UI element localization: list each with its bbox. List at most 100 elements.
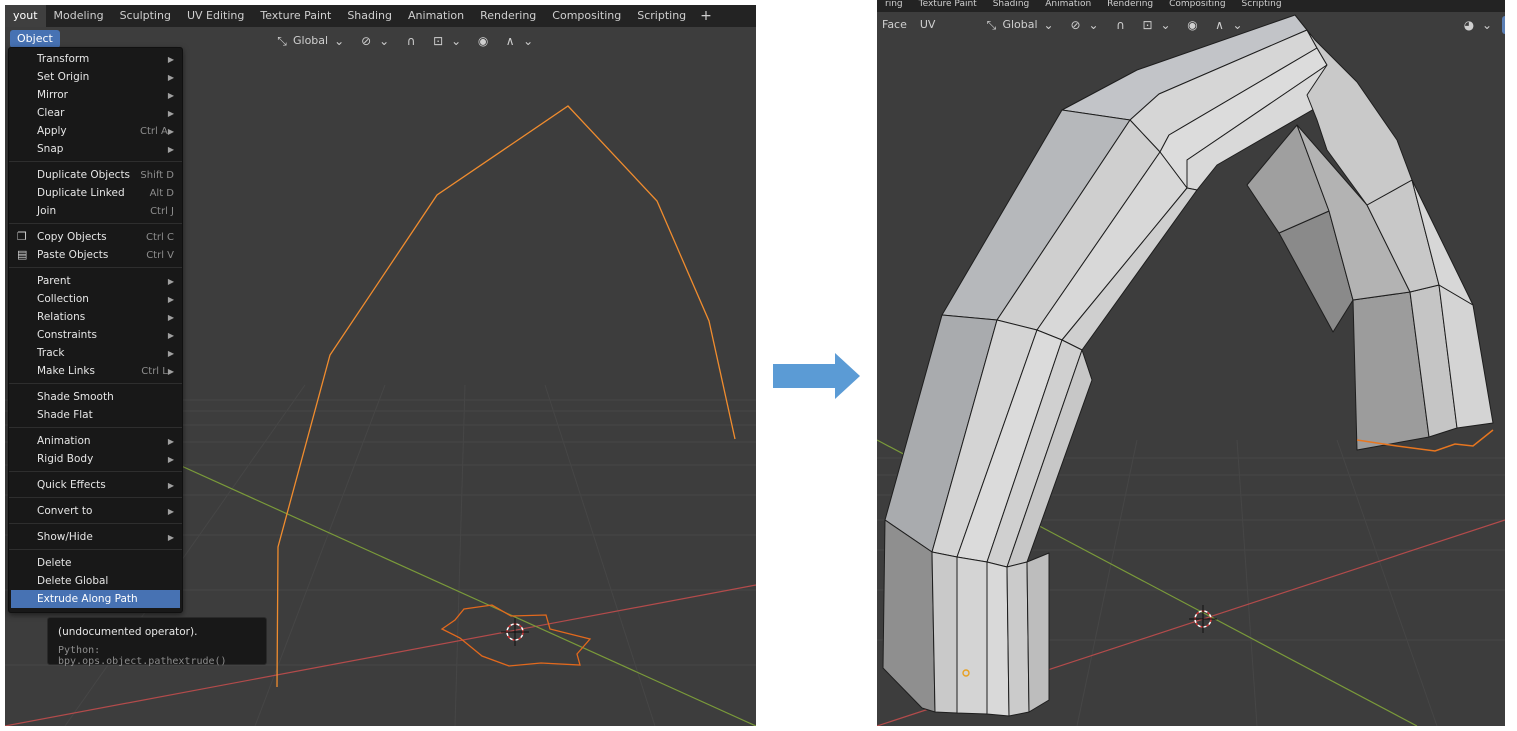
right-arrow-icon — [773, 353, 860, 399]
menu-item-show-hide[interactable]: Show/Hide ▶ — [9, 528, 182, 546]
menu-item-track[interactable]: Track ▶ — [9, 344, 182, 362]
transform-orientation-icon: ⤡ — [277, 34, 287, 48]
menu-separator — [9, 497, 182, 498]
tab-layout[interactable]: yout — [5, 5, 46, 27]
submenu-arrow-icon: ▶ — [167, 533, 174, 542]
tab-scripting[interactable]: Scripting — [629, 5, 694, 27]
menu-item-delete[interactable]: Delete — [9, 554, 182, 572]
menu-item-transform[interactable]: Transform ▶ — [9, 50, 182, 68]
menu-item-copy-objects[interactable]: ❐ Copy Objects Ctrl C — [9, 228, 182, 246]
menu-item-label: Transform — [37, 53, 90, 65]
menu-separator — [9, 383, 182, 384]
tab-compositing[interactable]: Compositing — [1161, 0, 1233, 12]
submenu-arrow-icon: ▶ — [167, 295, 174, 304]
falloff-dropdown[interactable]: ∧ ⌄ — [498, 32, 540, 50]
proportional-editing-toggle[interactable]: ◉ — [1181, 16, 1205, 34]
snap-toggle[interactable]: ∩ — [1109, 16, 1133, 34]
tab-texture-paint[interactable]: Texture Paint — [252, 5, 339, 27]
menu-item-duplicate-linked[interactable]: Duplicate Linked Alt D — [9, 184, 182, 202]
tab-compositing[interactable]: Compositing — [544, 5, 629, 27]
snap-toggle[interactable]: ∩ — [399, 32, 423, 50]
menu-item-convert-to[interactable]: Convert to ▶ — [9, 502, 182, 520]
tab-shading[interactable]: Shading — [985, 0, 1038, 12]
menu-item-right: Ctrl A▶ — [140, 122, 174, 140]
menu-item-extrude-along-path[interactable]: Extrude Along Path — [11, 590, 180, 608]
pivot-point-icon: ⊘ — [1070, 18, 1081, 32]
3d-cursor-icon[interactable] — [501, 618, 529, 646]
tab-sculpting[interactable]: Sculpting — [112, 5, 179, 27]
3d-cursor-icon[interactable] — [1189, 605, 1217, 633]
workspace-tab-bar: yout Modeling Sculpting UV Editing Textu… — [5, 5, 756, 27]
menu-item-constraints[interactable]: Constraints ▶ — [9, 326, 182, 344]
profile-shape[interactable] — [440, 604, 592, 667]
menu-item-paste-objects[interactable]: ▤ Paste Objects Ctrl V — [9, 246, 182, 264]
snap-target-icon: ⊡ — [1142, 18, 1153, 32]
snap-target-dropdown[interactable]: ⊡ ⌄ — [1136, 16, 1178, 34]
menu-item-delete-global[interactable]: Delete Global — [9, 572, 182, 590]
menu-item-parent[interactable]: Parent ▶ — [9, 272, 182, 290]
menu-item-right: ▶ — [168, 50, 174, 68]
snap-target-dropdown[interactable]: ⊡ ⌄ — [426, 32, 468, 50]
menu-item-label: Duplicate Objects — [37, 169, 131, 181]
menu-item-join[interactable]: Join Ctrl J — [9, 202, 182, 220]
falloff-curve-icon: ∧ — [1215, 18, 1224, 32]
path-curve[interactable] — [276, 105, 736, 688]
menu-item-mirror[interactable]: Mirror ▶ — [9, 86, 182, 104]
submenu-arrow-icon: ▶ — [167, 109, 174, 118]
menu-item-label: Mirror — [37, 89, 68, 101]
right-viewport-canvas[interactable] — [877, 0, 1505, 726]
tab-animation[interactable]: Animation — [1037, 0, 1099, 12]
menu-item-apply[interactable]: Apply Ctrl A▶ — [9, 122, 182, 140]
menu-item-relations[interactable]: Relations ▶ — [9, 308, 182, 326]
tab-texture-paint[interactable]: Texture Paint — [911, 0, 985, 12]
menu-item-label: Show/Hide — [37, 531, 93, 543]
menu-item-label: Clear — [37, 107, 65, 119]
left-viewport-panel: yout Modeling Sculpting UV Editing Textu… — [5, 5, 756, 726]
tab-uv-editing[interactable]: UV Editing — [179, 5, 252, 27]
menu-item-make-links[interactable]: Make Links Ctrl L▶ — [9, 362, 182, 380]
tab-rendering[interactable]: Rendering — [1099, 0, 1161, 12]
menu-item-rigid-body[interactable]: Rigid Body ▶ — [9, 450, 182, 468]
tab-animation[interactable]: Animation — [400, 5, 472, 27]
menu-item-label: Copy Objects — [37, 231, 107, 243]
submenu-arrow-icon: ▶ — [167, 349, 174, 358]
proportional-editing-toggle[interactable]: ◉ — [471, 32, 495, 50]
uv-menu-button[interactable]: UV — [915, 16, 941, 34]
tab-modeling[interactable]: ring — [877, 0, 911, 12]
visibility-dropdown[interactable]: ◕ ⌄ — [1457, 16, 1499, 34]
menu-item-right: Shift D — [140, 166, 174, 184]
tab-modeling[interactable]: Modeling — [46, 5, 112, 27]
tab-scripting[interactable]: Scripting — [1234, 0, 1290, 12]
visibility-eye-icon: ◕ — [1463, 18, 1475, 32]
tab-rendering[interactable]: Rendering — [472, 5, 544, 27]
menu-item-label: Delete Global — [37, 575, 109, 587]
menu-item-label: Animation — [37, 435, 91, 447]
menu-item-collection[interactable]: Collection ▶ — [9, 290, 182, 308]
arch-mesh[interactable] — [882, 14, 1494, 717]
menu-item-right: ▶ — [168, 104, 174, 122]
pivot-point-dropdown[interactable]: ⊘ ⌄ — [1064, 16, 1106, 34]
menu-item-quick-effects[interactable]: Quick Effects ▶ — [9, 476, 182, 494]
menu-item-animation[interactable]: Animation ▶ — [9, 432, 182, 450]
menu-separator — [9, 161, 182, 162]
menu-item-label: Extrude Along Path — [37, 593, 138, 605]
menu-item-label: Set Origin — [37, 71, 90, 83]
menu-item-set-origin[interactable]: Set Origin ▶ — [9, 68, 182, 86]
pivot-point-dropdown[interactable]: ⊘ ⌄ — [354, 32, 396, 50]
menu-item-shade-flat[interactable]: Shade Flat — [9, 406, 182, 424]
chevron-down-icon: ⌄ — [1481, 18, 1493, 32]
add-workspace-icon[interactable]: + — [694, 8, 718, 24]
object-menu-button[interactable]: Object — [10, 30, 60, 48]
gizmo-toggle[interactable] — [1502, 16, 1505, 34]
falloff-dropdown[interactable]: ∧ ⌄ — [1208, 16, 1250, 34]
menu-item-snap[interactable]: Snap ▶ — [9, 140, 182, 158]
menu-item-right: ▶ — [168, 326, 174, 344]
transform-orientation-dropdown[interactable]: ⤡ Global ⌄ — [270, 32, 351, 50]
submenu-arrow-icon: ▶ — [167, 127, 174, 136]
menu-item-shade-smooth[interactable]: Shade Smooth — [9, 388, 182, 406]
menu-item-clear[interactable]: Clear ▶ — [9, 104, 182, 122]
transform-orientation-dropdown[interactable]: ⤡ Global ⌄ — [979, 16, 1060, 34]
menu-item-duplicate-objects[interactable]: Duplicate Objects Shift D — [9, 166, 182, 184]
face-menu-button[interactable]: Face — [877, 16, 912, 34]
tab-shading[interactable]: Shading — [339, 5, 400, 27]
